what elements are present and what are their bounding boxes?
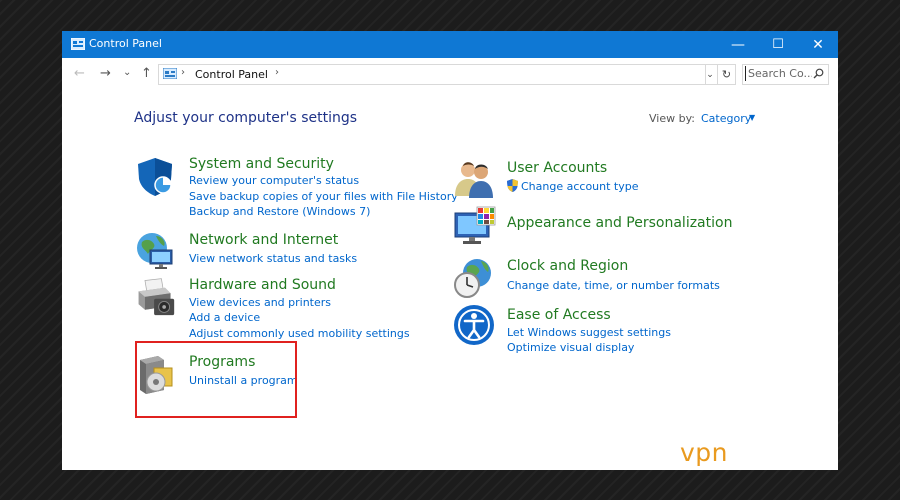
clock-globe-icon[interactable] xyxy=(453,257,495,299)
breadcrumb-separator[interactable]: › xyxy=(181,67,185,78)
address-bar: ← → ⌄ ↑ › Control Panel › ⌄ ↻ xyxy=(62,58,838,88)
category-title-user-accounts[interactable]: User Accounts xyxy=(507,160,607,176)
back-button[interactable]: ← xyxy=(74,66,85,81)
title-bar: Control Panel — ☐ ✕ xyxy=(62,31,838,58)
shield-icon[interactable] xyxy=(134,155,176,197)
recent-locations-button[interactable]: ⌄ xyxy=(123,67,131,78)
vpncentral-watermark: vpncentral xyxy=(680,438,819,467)
category-system-security: System and Security Review your computer… xyxy=(134,155,458,221)
breadcrumb-separator[interactable]: › xyxy=(275,67,279,78)
category-title-system-security[interactable]: System and Security xyxy=(189,156,334,172)
link-add-device[interactable]: Add a device xyxy=(189,311,260,324)
maximize-button[interactable]: ☐ xyxy=(758,31,798,58)
watermark-central: central xyxy=(728,438,819,467)
category-title-ease-of-access[interactable]: Ease of Access xyxy=(507,307,611,323)
chevron-down-icon[interactable]: ▼ xyxy=(749,113,755,122)
link-windows-suggest[interactable]: Let Windows suggest settings xyxy=(507,326,671,339)
address-dropdown-button[interactable]: ⌄ xyxy=(703,64,718,85)
up-button[interactable]: ↑ xyxy=(141,66,152,81)
uac-shield-icon xyxy=(507,179,518,192)
monitor-palette-icon[interactable] xyxy=(453,205,497,249)
link-mobility-settings[interactable]: Adjust commonly used mobility settings xyxy=(189,327,410,340)
link-backup-restore[interactable]: Backup and Restore (Windows 7) xyxy=(189,205,370,218)
link-change-account-type[interactable]: Change account type xyxy=(521,180,639,193)
forward-button[interactable]: → xyxy=(100,66,111,81)
highlight-box xyxy=(135,341,297,418)
link-devices-printers[interactable]: View devices and printers xyxy=(189,296,331,309)
search-input[interactable] xyxy=(745,66,812,81)
search-icon[interactable] xyxy=(813,68,824,79)
watermark-vpn: vpn xyxy=(680,438,729,467)
category-ease-of-access: Ease of Access Let Windows suggest setti… xyxy=(453,304,753,354)
users-icon[interactable] xyxy=(453,158,495,200)
category-appearance-personalization: Appearance and Personalization xyxy=(453,205,773,251)
category-user-accounts: User Accounts Change account type xyxy=(453,158,753,200)
page-heading: Adjust your computer's settings xyxy=(134,110,358,126)
close-button[interactable]: ✕ xyxy=(798,31,838,58)
link-optimize-display[interactable]: Optimize visual display xyxy=(507,341,634,354)
search-box[interactable] xyxy=(742,64,829,85)
printer-icon[interactable] xyxy=(134,275,176,317)
network-globe-icon[interactable] xyxy=(134,230,176,272)
breadcrumb-control-panel[interactable]: Control Panel xyxy=(195,68,268,81)
view-by-label: View by: xyxy=(649,112,695,125)
control-panel-icon xyxy=(163,68,177,79)
refresh-button[interactable]: ↻ xyxy=(717,64,736,85)
category-hardware-sound: Hardware and Sound View devices and prin… xyxy=(134,275,434,341)
category-title-hardware-sound[interactable]: Hardware and Sound xyxy=(189,277,336,293)
minimize-button[interactable]: — xyxy=(718,31,758,58)
view-by-dropdown[interactable]: Category xyxy=(701,112,751,125)
window-title: Control Panel xyxy=(89,37,162,50)
link-network-status[interactable]: View network status and tasks xyxy=(189,252,357,265)
category-clock-region: Clock and Region Change date, time, or n… xyxy=(453,257,753,299)
address-field[interactable]: › Control Panel › xyxy=(158,64,706,85)
control-panel-icon xyxy=(71,38,85,50)
category-network-internet: Network and Internet View network status… xyxy=(134,230,434,272)
link-review-status[interactable]: Review your computer's status xyxy=(189,174,359,187)
ease-of-access-icon[interactable] xyxy=(453,304,495,346)
control-panel-window: Control Panel — ☐ ✕ ← → ⌄ ↑ › Control Pa… xyxy=(62,31,838,470)
category-title-appearance[interactable]: Appearance and Personalization xyxy=(507,215,732,231)
category-title-network-internet[interactable]: Network and Internet xyxy=(189,232,338,248)
link-file-history[interactable]: Save backup copies of your files with Fi… xyxy=(189,190,458,203)
link-date-time-formats[interactable]: Change date, time, or number formats xyxy=(507,279,720,292)
category-title-clock-region[interactable]: Clock and Region xyxy=(507,258,628,274)
